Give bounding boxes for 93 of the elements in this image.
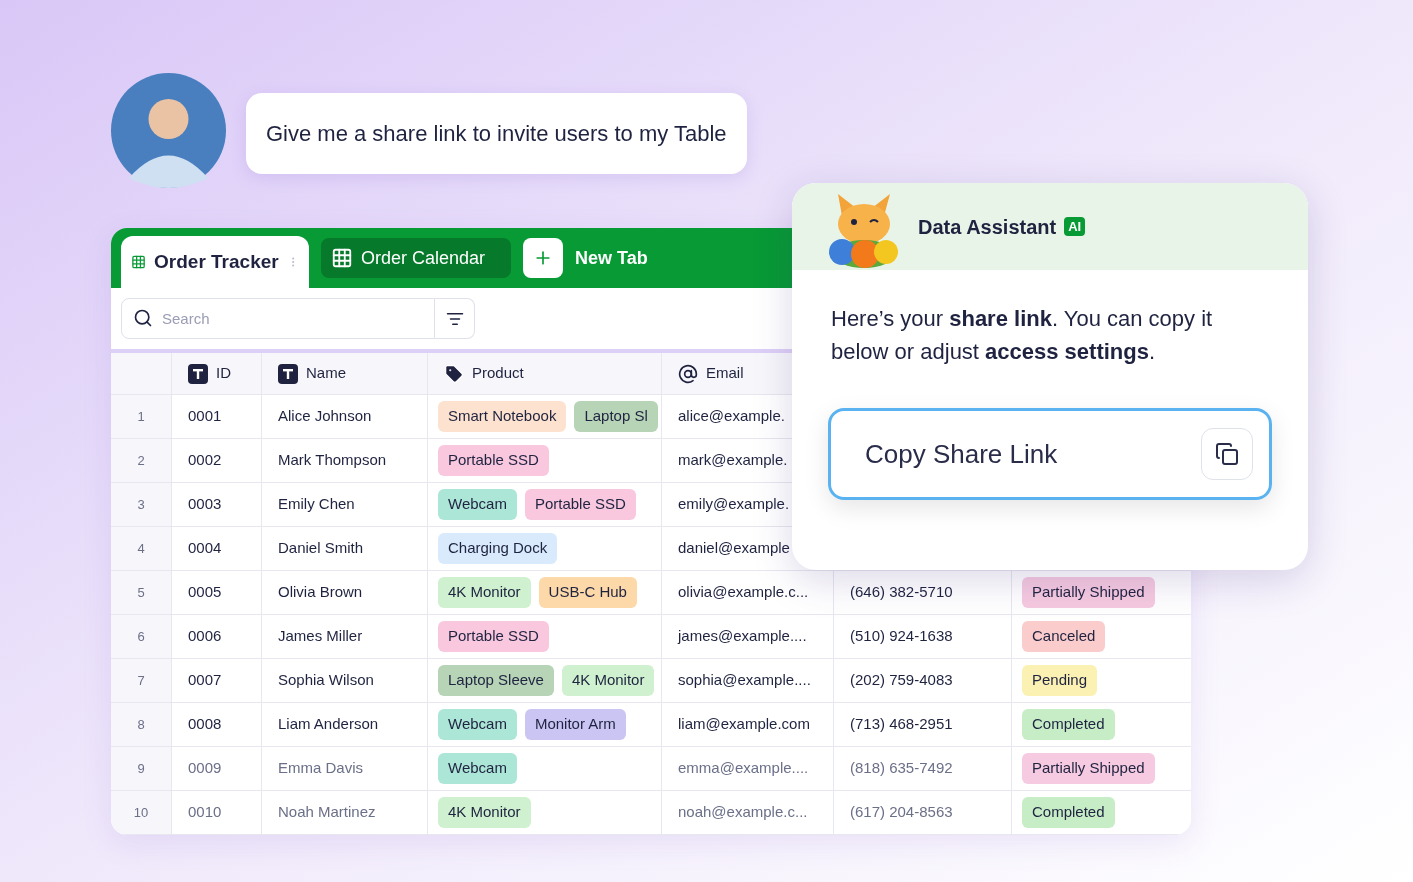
phone-cell-text: (617) 204-8563	[850, 802, 953, 823]
tab-label: Order Tracker	[154, 249, 279, 274]
row-number: 2	[137, 451, 145, 470]
status-tag: Canceled	[1022, 621, 1106, 652]
product-tag: 4K Monitor	[561, 665, 655, 696]
filter-button[interactable]	[435, 298, 475, 339]
new-tab-label[interactable]: New Tab	[575, 244, 648, 272]
id-cell-text: 0004	[188, 538, 222, 559]
column-label: Product	[472, 363, 524, 384]
text-type-icon	[188, 363, 208, 384]
product-tag: Laptop Sleeve	[438, 665, 554, 696]
id-cell-text: 0001	[188, 406, 222, 427]
name-cell-text: Mark Thompson	[278, 450, 387, 471]
tab[interactable]: Order Calendar	[321, 238, 511, 278]
status-tag: Partially Shipped	[1022, 753, 1155, 784]
status-tag: Pending	[1022, 665, 1098, 696]
phone-cell-text: (818) 635-7492	[850, 758, 953, 779]
row-number: 7	[137, 671, 145, 690]
share-link-field[interactable]: Copy Share Link	[828, 408, 1272, 500]
product-tag: 4K Monitor	[438, 577, 531, 608]
email-cell-text: alice@example.	[678, 406, 785, 427]
row-number: 1	[137, 407, 145, 426]
product-tag: Charging Dock	[438, 533, 558, 564]
column-label: Email	[706, 363, 744, 384]
row-number: 8	[137, 715, 145, 734]
product-tag: Portable SSD	[438, 445, 549, 476]
id-cell-text: 0006	[188, 626, 222, 647]
name-cell-text: Emily Chen	[278, 494, 355, 515]
email-cell-text: daniel@example	[678, 538, 790, 559]
row-number: 5	[137, 583, 145, 602]
product-tag: Smart Notebook	[438, 401, 567, 432]
status-tag: Completed	[1022, 709, 1115, 740]
row-number: 6	[137, 627, 145, 646]
email-cell-text: emma@example....	[678, 758, 809, 779]
email-cell-text: liam@example.com	[678, 714, 810, 735]
product-tag: Monitor Arm	[524, 709, 626, 740]
phone-cell-text: (510) 924-1638	[850, 626, 953, 647]
assistant-message: Here’s your share link. You can copy it below or adjust access settings.	[830, 305, 1214, 366]
text-type-icon	[278, 363, 298, 384]
grid-icon	[331, 247, 353, 269]
name-cell-text: Olivia Brown	[278, 582, 363, 603]
product-tag: Webcam	[438, 753, 517, 784]
add-tab-button[interactable]	[523, 238, 563, 278]
tag-icon	[444, 363, 464, 384]
ai-badge: AI	[1064, 216, 1086, 237]
product-tag: Webcam	[438, 489, 517, 520]
name-cell-text: Alice Johnson	[278, 406, 372, 427]
at-sign-icon	[678, 363, 698, 384]
column-label: Name	[306, 363, 346, 384]
id-cell-text: 0007	[188, 670, 222, 691]
id-cell-text: 0005	[188, 582, 222, 603]
name-cell-text: James Miller	[278, 626, 363, 647]
name-cell-text: Liam Anderson	[278, 714, 379, 735]
name-cell-text: Daniel Smith	[278, 538, 364, 559]
row-number: 10	[133, 803, 149, 822]
name-cell-text: Noah Martinez	[278, 802, 376, 823]
email-cell-text: mark@example.	[678, 450, 788, 471]
row-number: 9	[137, 759, 145, 778]
phone-cell-text: (646) 382-5710	[850, 582, 953, 603]
id-cell-text: 0002	[188, 450, 222, 471]
id-cell-text: 0009	[188, 758, 222, 779]
email-cell-text: olivia@example.c...	[678, 582, 809, 603]
row-number: 4	[137, 539, 145, 558]
copy-button[interactable]	[1201, 428, 1253, 480]
status-tag: Completed	[1022, 797, 1115, 828]
row-number: 3	[137, 495, 145, 514]
tab[interactable]: Order Tracker	[121, 236, 309, 288]
share-link-label: Copy Share Link	[865, 437, 1058, 471]
email-cell-text: noah@example.c...	[678, 802, 808, 823]
name-cell-text: Emma Davis	[278, 758, 363, 779]
id-cell-text: 0010	[188, 802, 222, 823]
phone-cell-text: (713) 468-2951	[850, 714, 953, 735]
product-tag: Laptop Sl	[574, 401, 658, 432]
copy-icon	[1215, 442, 1239, 466]
phone-cell-text: (202) 759-4083	[850, 670, 953, 691]
tab-label: Order Calendar	[361, 246, 486, 270]
name-cell-text: Sophia Wilson	[278, 670, 374, 691]
chat-bubble: Give me a share link to invite users to my Table	[246, 93, 747, 174]
id-cell-text: 0003	[188, 494, 222, 515]
product-tag: USB-C Hub	[538, 577, 637, 608]
product-tag: Portable SSD	[524, 489, 636, 520]
email-cell-text: james@example....	[678, 626, 807, 647]
email-cell-text: emily@example.	[678, 494, 790, 515]
search-icon	[133, 308, 153, 328]
assistant-title: Data Assistant	[918, 214, 1057, 240]
product-tag: Portable SSD	[438, 621, 549, 652]
product-tag: Webcam	[438, 709, 517, 740]
id-cell-text: 0008	[188, 714, 222, 735]
email-cell-text: sophia@example....	[678, 670, 811, 691]
search-field[interactable]: Search	[121, 298, 435, 339]
status-tag: Partially Shipped	[1022, 577, 1155, 608]
column-label: ID	[216, 363, 231, 384]
product-tag: 4K Monitor	[438, 797, 531, 828]
